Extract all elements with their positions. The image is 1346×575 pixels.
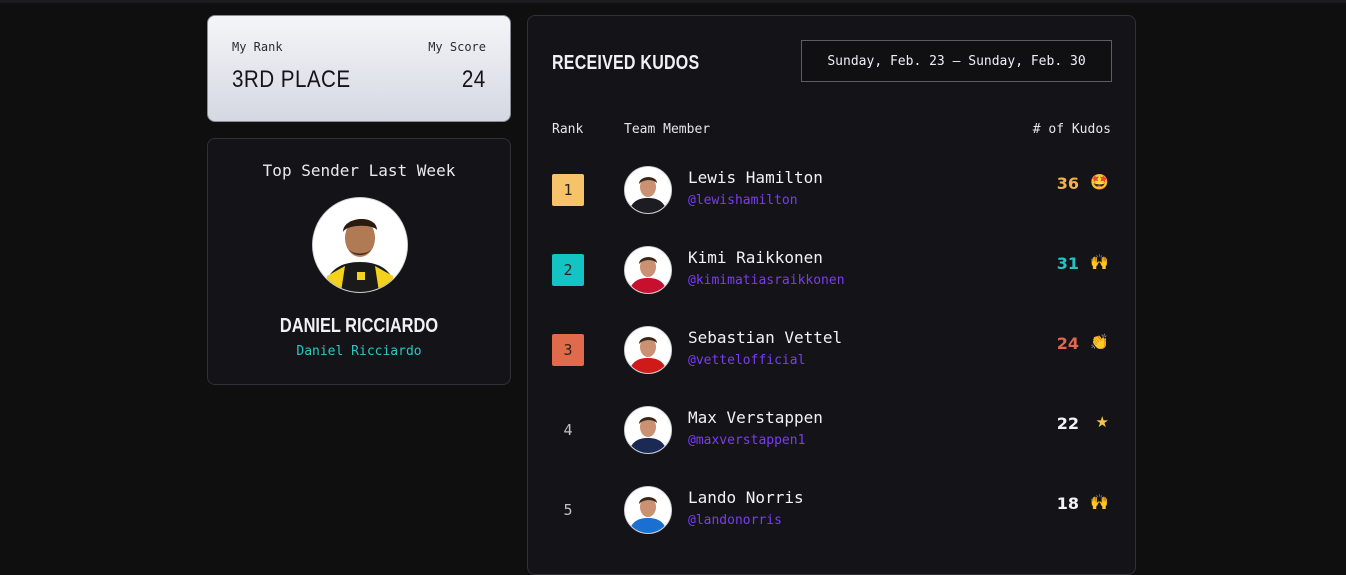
member-handle[interactable]: @vettelofficial [688,353,805,368]
my-rank-value: 3RD PLACE [232,66,351,93]
rank-badge: 5 [563,501,573,519]
member-name: Sebastian Vettel [688,328,843,347]
kudos-count: 31 [1056,254,1079,273]
member-avatar[interactable] [624,326,672,374]
rank-badge: 1 [552,174,584,206]
member-avatar[interactable] [624,406,672,454]
my-rank-card: My Rank My Score 3RD PLACE 24 [207,15,511,122]
kudos-emoji-icon: 🙌 [1090,493,1109,511]
table-row[interactable]: 3 Sebastian Vettel @vettelofficial 24 👏 [528,316,1135,396]
member-handle[interactable]: @landonorris [688,513,782,528]
kudos-emoji-icon: 👏 [1090,333,1109,351]
member-avatar[interactable] [624,246,672,294]
panel-heading: RECEIVED KUDOS [552,52,700,74]
my-rank-label: My Rank [232,40,283,54]
date-range-selector[interactable]: Sunday, Feb. 23 – Sunday, Feb. 30 [801,40,1112,82]
rank-badge: 3 [552,334,584,366]
rank-badge: 4 [563,421,573,439]
table-row[interactable]: 1 Lewis Hamilton @lewishamilton 36 🤩 [528,156,1135,236]
top-border [0,0,1346,3]
column-header-kudos: # of Kudos [1032,122,1111,137]
member-name: Kimi Raikkonen [688,248,823,267]
kudos-count: 24 [1056,334,1079,353]
member-avatar[interactable] [624,486,672,534]
member-name: Lewis Hamilton [688,168,823,187]
top-sender-title: Top Sender Last Week [262,161,456,180]
kudos-emoji-icon: 🤩 [1090,173,1109,191]
kudos-count: 18 [1056,494,1079,513]
member-handle[interactable]: @lewishamilton [688,193,798,208]
table-row[interactable]: 5 Lando Norris @landonorris 18 🙌 [528,476,1135,556]
kudos-count: 22 [1056,414,1079,433]
top-sender-avatar[interactable] [312,197,408,293]
column-header-member: Team Member [624,122,711,137]
kudos-emoji-icon: 🙌 [1090,253,1109,271]
member-handle[interactable]: @kimimatiasraikkonen [688,273,845,288]
top-sender-handle[interactable]: Daniel Ricciardo [208,344,510,359]
member-name: Lando Norris [688,488,804,507]
top-sender-card: Top Sender Last Week DANIEL RICCIARDO Da… [207,138,511,385]
column-header-rank: Rank [552,122,584,137]
rank-badge: 2 [552,254,584,286]
top-sender-name: DANIEL RICCIARDO [279,315,439,337]
kudos-count: 36 [1056,174,1079,193]
received-kudos-panel: RECEIVED KUDOS Sunday, Feb. 23 – Sunday,… [527,15,1136,575]
table-row[interactable]: 4 Max Verstappen @maxverstappen1 22 ★ [528,396,1135,476]
table-row[interactable]: 2 Kimi Raikkonen @kimimatiasraikkonen 31 🙌 [528,236,1135,316]
member-avatar[interactable] [624,166,672,214]
my-score-value: 24 [462,66,486,93]
member-handle[interactable]: @maxverstappen1 [688,433,805,448]
my-score-label: My Score [428,40,486,54]
member-name: Max Verstappen [688,408,823,427]
kudos-emoji-icon: ★ [1095,413,1109,431]
